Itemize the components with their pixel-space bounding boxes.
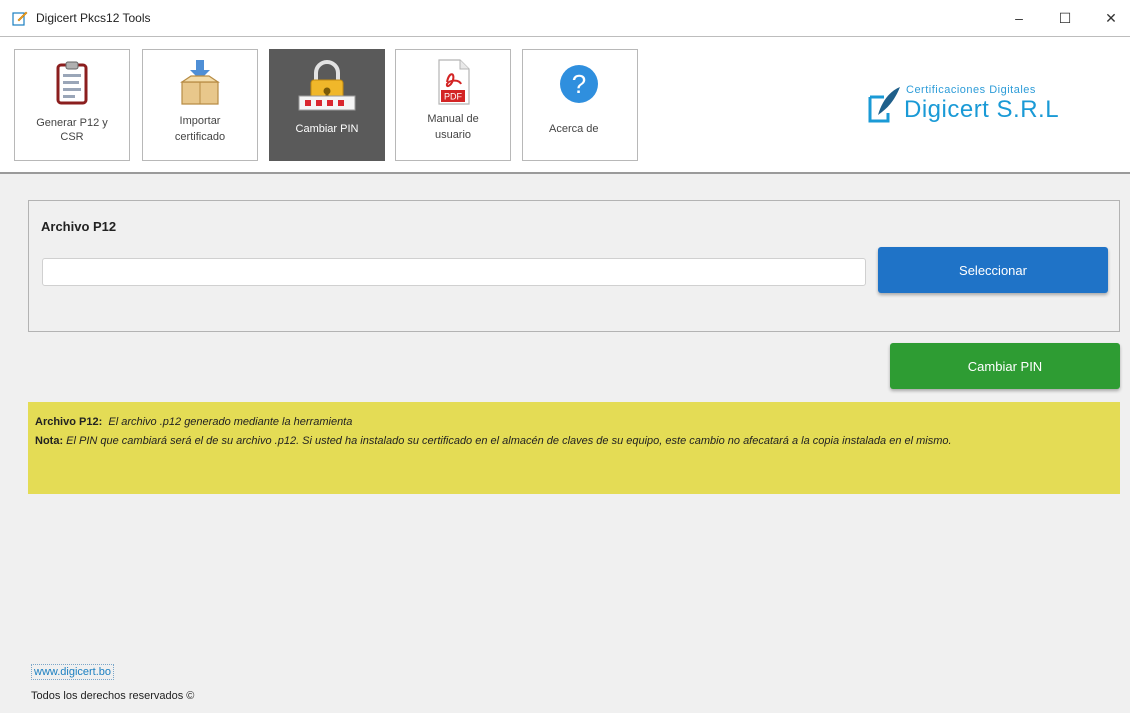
toolbar-button-acerca[interactable]: ? Acerca de [522,49,638,161]
info-archivo-line: Archivo P12: El archivo .p12 generado me… [35,413,1113,432]
toolbar-label: Cambiar PIN [295,123,359,135]
logo-tagline: Certificaciones Digitales [906,84,1036,96]
toolbar-button-generar-p12[interactable]: Generar P12 y CSR [14,49,130,161]
pdf-badge: PDF [444,92,463,102]
select-file-button[interactable]: Seleccionar [878,247,1108,293]
quill-logo-icon [868,87,900,123]
toolbar-label: Manual de [427,113,479,125]
box-import-icon [180,60,220,105]
close-icon: ✕ [1105,9,1117,26]
title-bar: Digicert Pkcs12 Tools – ☐ ✕ [0,0,1130,36]
toolbar-button-manual[interactable]: PDF Manual de usuario [395,49,511,161]
info-archivo-text: El archivo .p12 generado mediante la her… [108,416,353,428]
maximize-icon: ☐ [1058,9,1072,26]
help-glyph: ? [572,69,586,99]
toolbar-label: CSR [60,131,84,143]
info-box: Archivo P12: El archivo .p12 generado me… [28,402,1120,494]
company-logo: Certificaciones Digitales Digicert S.R.L [866,81,1106,131]
info-nota-text: El PIN que cambiará será el de su archiv… [66,435,952,447]
toolbar-button-cambiar-pin[interactable]: Cambiar PIN [269,49,385,161]
website-link[interactable]: www.digicert.bo [31,664,115,680]
minimize-icon: – [1015,10,1023,26]
toolbar-label: certificado [174,131,226,143]
toolbar: Generar P12 y CSR Importar certificado C… [0,36,1130,174]
toolbar-label: Generar P12 y [36,117,108,129]
app-edit-icon [12,11,28,26]
file-panel: Archivo P12 Seleccionar [28,200,1120,332]
change-pin-button[interactable]: Cambiar PIN [890,343,1120,389]
logo-name: Digicert S.R.L [904,96,1060,123]
copyright-text: Todos los derechos reservados © [31,690,195,702]
close-button[interactable]: ✕ [1088,0,1130,36]
window-title: Digicert Pkcs12 Tools [36,11,151,25]
minimize-button[interactable]: – [996,0,1042,36]
toolbar-button-importar[interactable]: Importar certificado [142,49,258,161]
lock-pin-icon [298,60,356,111]
p12-file-input[interactable] [42,258,866,286]
help-icon: ? [560,65,598,103]
toolbar-label: Acerca de [549,123,599,135]
maximize-button[interactable]: ☐ [1042,0,1088,36]
toolbar-label: Importar [179,115,221,127]
info-archivo-label: Archivo P12: [35,416,103,428]
pdf-icon: PDF [438,59,470,105]
section-title: Archivo P12 [41,219,117,234]
info-nota-label: Nota: [35,435,64,447]
clipboard-icon [56,61,88,105]
toolbar-label: usuario [434,129,472,141]
info-nota-line: Nota: El PIN que cambiará será el de su … [35,432,1113,451]
